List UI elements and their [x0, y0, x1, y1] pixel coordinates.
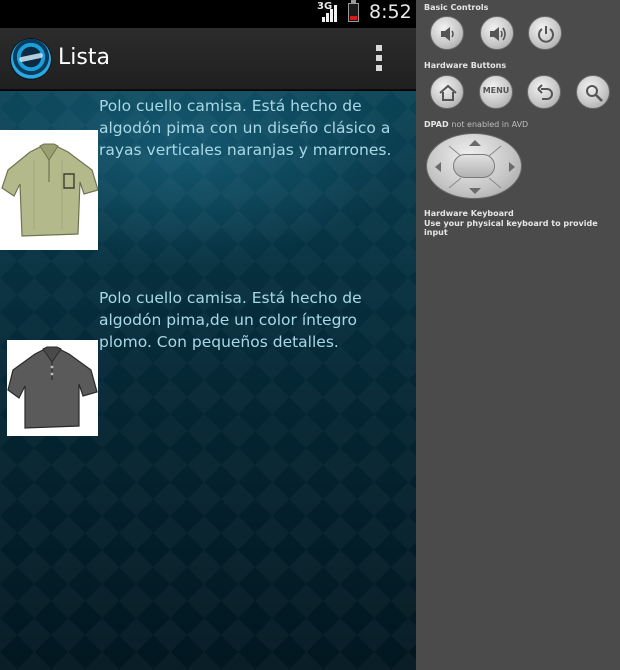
emulator-controls-panel: Basic Controls Hardware Buttons MENU DPA… — [416, 0, 620, 670]
app-logo-icon[interactable] — [11, 39, 51, 79]
action-bar-title: Lista — [58, 45, 110, 70]
menu-button-label: MENU — [482, 86, 510, 95]
power-icon[interactable] — [528, 16, 562, 50]
search-icon[interactable] — [576, 75, 610, 109]
green-polo-shirt-image — [0, 130, 99, 250]
dpad-down-icon — [469, 188, 481, 194]
dpad-up-icon — [469, 140, 481, 146]
overflow-menu-icon[interactable] — [374, 45, 384, 73]
dpad-center-button[interactable] — [453, 154, 495, 178]
volume-up-icon[interactable] — [480, 16, 514, 50]
list-item[interactable]: Polo cuello camisa. Está hecho de algodó… — [0, 286, 416, 476]
dpad-right-icon — [509, 162, 515, 172]
home-icon[interactable] — [430, 75, 464, 109]
phone-screen: 3G 8:52 Lista Polo cuello camisa. Está h… — [0, 0, 416, 670]
hardware-buttons-label: Hardware Buttons — [424, 61, 507, 70]
basic-controls-label: Basic Controls — [424, 3, 489, 12]
hardware-keyboard-title: Hardware Keyboard — [424, 209, 514, 218]
hardware-keyboard-subtitle: Use your physical keyboard to provide in… — [424, 219, 598, 237]
dpad-control[interactable] — [426, 133, 522, 199]
menu-button[interactable]: MENU — [479, 75, 513, 109]
back-icon[interactable] — [527, 75, 561, 109]
status-clock: 8:52 — [369, 1, 412, 23]
gray-polo-shirt-image — [7, 340, 98, 436]
dpad-left-icon — [435, 162, 441, 172]
dpad-title: DPAD — [424, 120, 449, 129]
battery-icon — [348, 0, 359, 22]
dpad-label: DPAD not enabled in AVD — [424, 120, 528, 129]
action-bar: Lista — [0, 28, 416, 90]
list-item[interactable]: Polo cuello camisa. Está hecho de algodó… — [0, 91, 416, 281]
item-description: Polo cuello camisa. Está hecho de algodó… — [99, 289, 362, 351]
dpad-note: not enabled in AVD — [451, 120, 529, 129]
signal-icon — [322, 4, 338, 22]
item-description: Polo cuello camisa. Está hecho de algodó… — [99, 97, 392, 159]
product-list[interactable]: Polo cuello camisa. Está hecho de algodó… — [0, 91, 416, 670]
status-bar: 3G 8:52 — [0, 0, 416, 28]
volume-down-icon[interactable] — [430, 16, 464, 50]
